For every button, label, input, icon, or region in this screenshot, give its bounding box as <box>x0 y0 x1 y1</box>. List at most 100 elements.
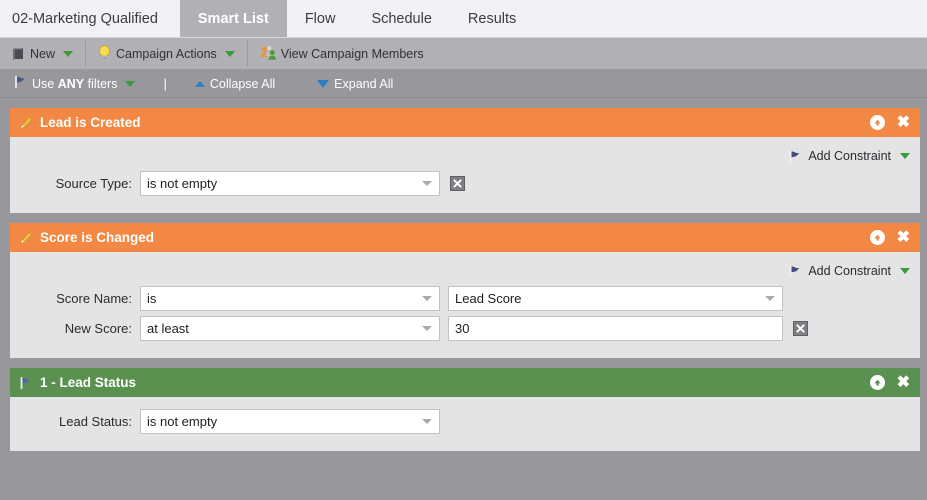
value-select[interactable]: Lead Score <box>448 286 783 311</box>
chevron-down-icon <box>765 296 775 301</box>
campaign-actions-button[interactable]: Campaign Actions <box>86 38 247 69</box>
add-constraint-row: Add Constraint <box>20 145 910 167</box>
toolbar: New Campaign Actions <box>0 38 927 70</box>
tab-schedule[interactable]: Schedule <box>353 0 449 37</box>
clear-field-button[interactable] <box>450 176 465 191</box>
flag-icon <box>19 376 33 390</box>
collapse-panel-button[interactable] <box>870 230 885 245</box>
tab-flow[interactable]: Flow <box>287 0 354 37</box>
field-label: Lead Status: <box>20 414 140 429</box>
filter-row: Source Type: is not empty <box>20 171 910 196</box>
value-input[interactable]: 30 <box>448 316 783 341</box>
panel-body: Add Constraint Score Name: is Lead Score New… <box>10 252 920 358</box>
panel-title: Lead is Created <box>19 115 870 130</box>
tab-results[interactable]: Results <box>450 0 534 37</box>
add-constraint-label: Add Constraint <box>808 264 891 278</box>
value-text: 30 <box>455 321 469 336</box>
expand-all-label: Expand All <box>334 77 393 91</box>
filter-row: Lead Status: is not empty <box>20 409 910 434</box>
collapse-all-button[interactable]: Collapse All <box>189 77 281 91</box>
flag-icon <box>788 149 802 163</box>
campaign-actions-label: Campaign Actions <box>116 47 217 61</box>
use-any-filters-button[interactable]: Use ANY filters <box>8 75 141 92</box>
chevron-down-icon[interactable] <box>63 51 73 57</box>
new-button[interactable]: New <box>0 38 85 69</box>
lightbulb-icon <box>98 45 111 63</box>
value-text: Lead Score <box>455 291 522 306</box>
users-icon <box>260 45 276 63</box>
chevron-down-icon[interactable] <box>900 153 910 159</box>
collapse-panel-button[interactable] <box>870 115 885 130</box>
operator-select[interactable]: is not empty <box>140 171 440 196</box>
panel-body: Add Constraint Source Type: is not empty <box>10 137 920 213</box>
chevron-down-icon[interactable] <box>900 268 910 274</box>
panel-title-label: 1 - Lead Status <box>40 375 136 390</box>
chevron-down-icon <box>422 419 432 424</box>
panel-header-actions: ✖ <box>870 115 910 131</box>
operator-select[interactable]: at least <box>140 316 440 341</box>
chevron-down-icon <box>422 181 432 186</box>
flag-icon <box>788 264 802 278</box>
chevron-down-icon[interactable] <box>225 51 235 57</box>
panel-body: Lead Status: is not empty <box>10 397 920 451</box>
triangle-up-icon <box>195 81 205 87</box>
add-constraint-label: Add Constraint <box>808 149 891 163</box>
close-panel-button[interactable]: ✖ <box>897 375 910 391</box>
triangle-down-icon <box>317 80 329 88</box>
view-campaign-members-button[interactable]: View Campaign Members <box>248 38 436 69</box>
filter-panel: 1 - Lead Status ✖ Lead Status: is not empty <box>10 368 920 451</box>
panel-header: 1 - Lead Status ✖ <box>10 368 920 397</box>
panel-title-label: Lead is Created <box>40 115 141 130</box>
panel-title: 1 - Lead Status <box>19 375 870 390</box>
panel-header-actions: ✖ <box>870 375 910 391</box>
pencil-icon <box>19 116 33 130</box>
collapse-panel-button[interactable] <box>870 375 885 390</box>
add-constraint-button[interactable]: Add Constraint <box>788 264 910 278</box>
smart-list-canvas: Lead is Created ✖ Add Constraint Source Typ… <box>0 98 927 500</box>
chevron-down-icon[interactable] <box>125 81 135 87</box>
field-label: New Score: <box>20 321 140 336</box>
add-constraint-button[interactable]: Add Constraint <box>788 149 910 163</box>
flag-icon <box>14 75 27 92</box>
operator-select[interactable]: is <box>140 286 440 311</box>
panel-title: Score is Changed <box>19 230 870 245</box>
field-label: Score Name: <box>20 291 140 306</box>
chevron-down-icon <box>422 326 432 331</box>
operator-value: is not empty <box>147 414 217 429</box>
document-stack-icon <box>12 47 25 61</box>
tab-label: Schedule <box>371 11 431 27</box>
field-label: Source Type: <box>20 176 140 191</box>
chevron-down-icon <box>422 296 432 301</box>
panel-title-label: Score is Changed <box>40 230 154 245</box>
add-constraint-row: Add Constraint <box>20 260 910 282</box>
trigger-panel: Score is Changed ✖ Add Constraint Score Nam… <box>10 223 920 358</box>
panel-header: Lead is Created ✖ <box>10 108 920 137</box>
panel-header: Score is Changed ✖ <box>10 223 920 252</box>
tab-bar: 02-Marketing Qualified Smart List Flow Sche… <box>0 0 927 38</box>
tab-campaign-title[interactable]: 02-Marketing Qualified <box>0 0 180 37</box>
clear-field-button[interactable] <box>793 321 808 336</box>
filter-row: Score Name: is Lead Score <box>20 286 910 311</box>
pencil-icon <box>19 231 33 245</box>
use-any-filters-label: Use ANY filters <box>32 77 117 91</box>
collapse-all-label: Collapse All <box>210 77 275 91</box>
filter-row: New Score: at least 30 <box>20 316 910 341</box>
view-campaign-members-label: View Campaign Members <box>281 47 424 61</box>
tab-label: Results <box>468 11 516 27</box>
new-button-label: New <box>30 47 55 61</box>
smart-list-screen: 02-Marketing Qualified Smart List Flow Sche… <box>0 0 927 500</box>
trigger-panel: Lead is Created ✖ Add Constraint Source Typ… <box>10 108 920 213</box>
close-panel-button[interactable]: ✖ <box>897 230 910 246</box>
tab-label: 02-Marketing Qualified <box>12 11 158 27</box>
tab-smart-list[interactable]: Smart List <box>180 0 287 37</box>
operator-value: is not empty <box>147 176 217 191</box>
panel-header-actions: ✖ <box>870 230 910 246</box>
filterbar-divider: | <box>141 76 188 91</box>
operator-value: is <box>147 291 156 306</box>
expand-all-button[interactable]: Expand All <box>311 77 399 91</box>
operator-value: at least <box>147 321 189 336</box>
tab-label: Flow <box>305 11 336 27</box>
operator-select[interactable]: is not empty <box>140 409 440 434</box>
tab-label: Smart List <box>198 11 269 27</box>
close-panel-button[interactable]: ✖ <box>897 115 910 131</box>
